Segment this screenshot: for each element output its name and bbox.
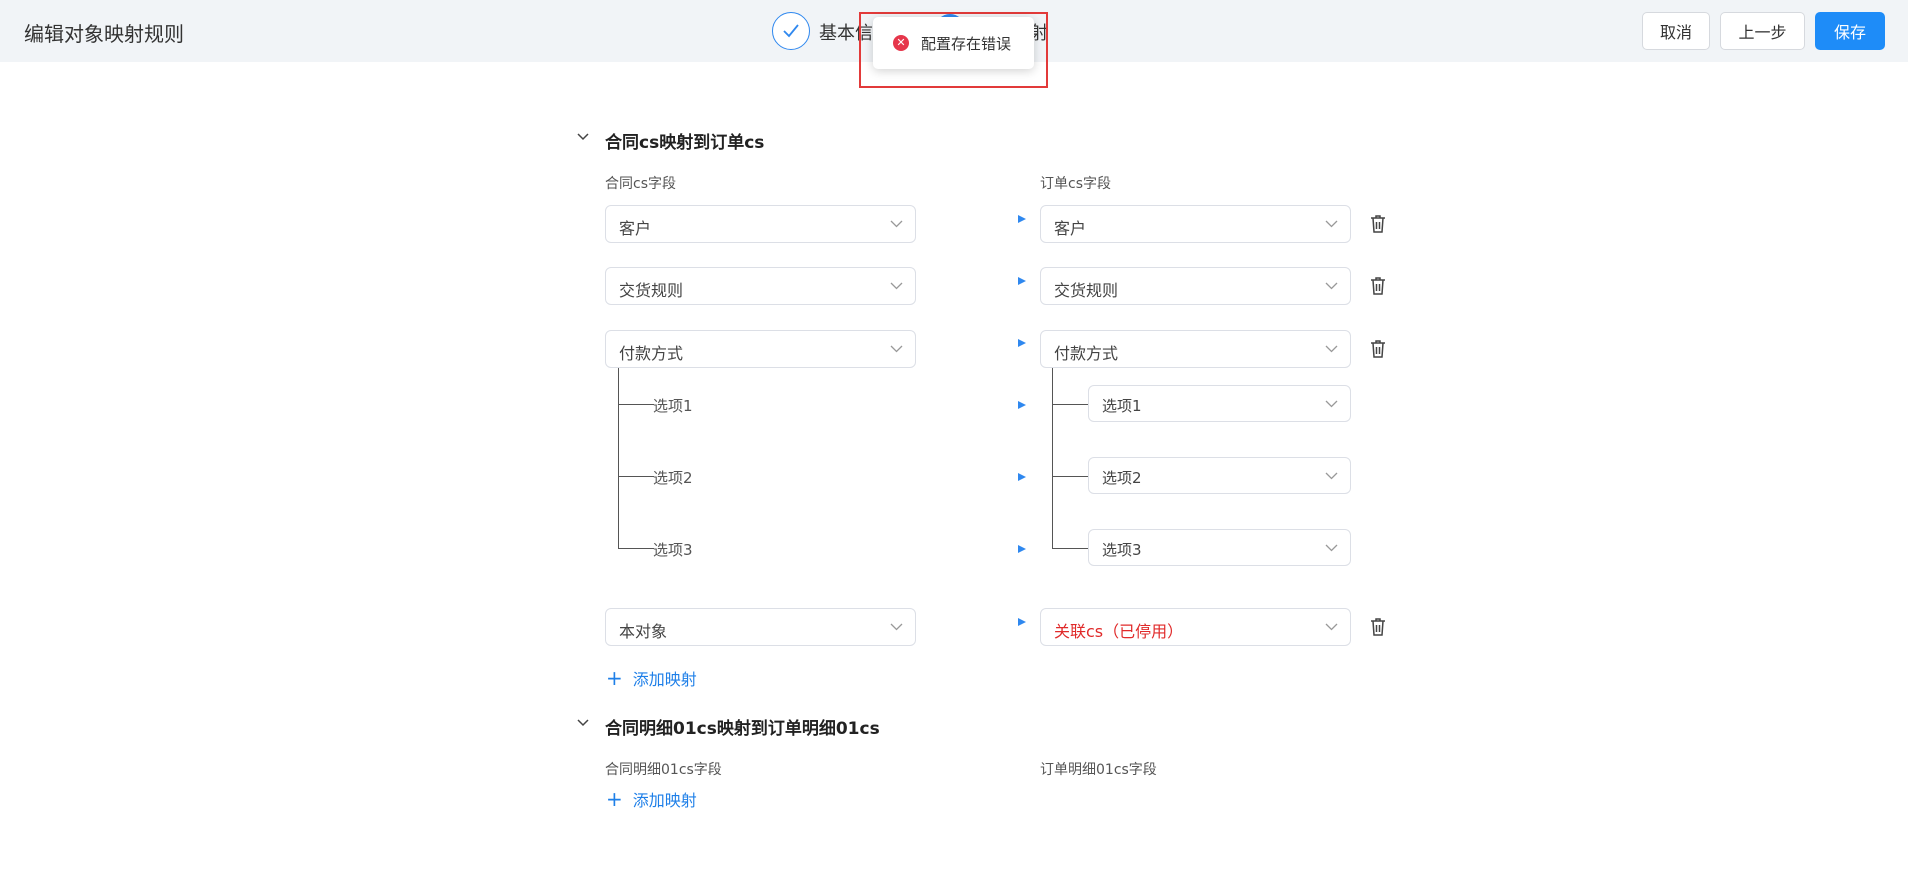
section-1-collapse-icon[interactable] xyxy=(576,130,590,144)
row-4-source-select[interactable]: 本对象 xyxy=(605,608,916,646)
row-3-source-select[interactable]: 付款方式 xyxy=(605,330,916,368)
chevron-down-icon xyxy=(1325,400,1338,408)
tree-line-right xyxy=(1052,368,1053,548)
chevron-down-icon xyxy=(1325,623,1338,631)
plus-icon: + xyxy=(606,666,623,690)
chevron-down-icon xyxy=(1325,345,1338,353)
chevron-down-icon xyxy=(1325,544,1338,552)
option-1-source-label: 选项1 xyxy=(653,397,693,415)
mapping-arrow-icon xyxy=(934,545,1026,553)
tree-branch xyxy=(1052,404,1088,405)
mapping-arrow-icon xyxy=(934,473,1026,481)
tree-branch xyxy=(1052,476,1088,477)
cancel-button[interactable]: 取消 xyxy=(1642,12,1710,50)
chevron-down-icon xyxy=(1325,220,1338,228)
row-2-delete-icon[interactable] xyxy=(1370,276,1386,296)
row-2-target-select[interactable]: 交货规则 xyxy=(1040,267,1351,305)
mapping-arrow-icon xyxy=(934,215,1026,223)
section-2-add-mapping-link[interactable]: + 添加映射 xyxy=(606,787,697,811)
chevron-down-icon xyxy=(1325,282,1338,290)
prev-step-button[interactable]: 上一步 xyxy=(1720,12,1805,50)
row-4-target-select[interactable]: 关联cs（已停用） xyxy=(1040,608,1351,646)
chevron-down-icon xyxy=(890,282,903,290)
chevron-down-icon xyxy=(890,623,903,631)
error-toast: ✕ 配置存在错误 xyxy=(873,17,1034,69)
row-3-delete-icon[interactable] xyxy=(1370,339,1386,359)
tree-branch xyxy=(618,476,654,477)
row-3-target-select[interactable]: 付款方式 xyxy=(1040,330,1351,368)
option-1-target-select[interactable]: 选项1 xyxy=(1088,385,1351,422)
tree-branch xyxy=(1052,548,1088,549)
section-2-collapse-icon[interactable] xyxy=(576,716,590,730)
mapping-arrow-icon xyxy=(934,401,1026,409)
section-1-title: 合同cs映射到订单cs xyxy=(605,133,765,153)
section-2-title: 合同明细01cs映射到订单明细01cs xyxy=(605,719,880,739)
option-2-source-label: 选项2 xyxy=(653,469,693,487)
mapping-arrow-icon xyxy=(934,277,1026,285)
plus-icon: + xyxy=(606,787,623,811)
row-1-target-select[interactable]: 客户 xyxy=(1040,205,1351,243)
section-1-right-col-label: 订单cs字段 xyxy=(1040,176,1111,192)
row-1-delete-icon[interactable] xyxy=(1370,214,1386,234)
error-icon: ✕ xyxy=(893,35,909,51)
section-1-left-col-label: 合同cs字段 xyxy=(605,176,676,192)
option-2-target-select[interactable]: 选项2 xyxy=(1088,457,1351,494)
tree-branch xyxy=(618,404,654,405)
mapping-arrow-icon xyxy=(934,618,1026,626)
page-title: 编辑对象映射规则 xyxy=(24,22,184,46)
tree-branch xyxy=(618,548,654,549)
section-2-left-col-label: 合同明细01cs字段 xyxy=(605,762,722,778)
save-button[interactable]: 保存 xyxy=(1815,12,1885,50)
section-2-right-col-label: 订单明细01cs字段 xyxy=(1040,762,1157,778)
row-2-source-select[interactable]: 交货规则 xyxy=(605,267,916,305)
chevron-down-icon xyxy=(890,345,903,353)
section-1-add-mapping-link[interactable]: + 添加映射 xyxy=(606,666,697,690)
toast-message: 配置存在错误 xyxy=(921,35,1012,53)
mapping-arrow-icon xyxy=(934,339,1026,347)
step-1-done-icon xyxy=(772,12,810,50)
row-4-delete-icon[interactable] xyxy=(1370,617,1386,637)
option-3-target-select[interactable]: 选项3 xyxy=(1088,529,1351,566)
chevron-down-icon xyxy=(890,220,903,228)
option-3-source-label: 选项3 xyxy=(653,541,693,559)
tree-line-left xyxy=(618,368,619,548)
chevron-down-icon xyxy=(1325,472,1338,480)
row-1-source-select[interactable]: 客户 xyxy=(605,205,916,243)
